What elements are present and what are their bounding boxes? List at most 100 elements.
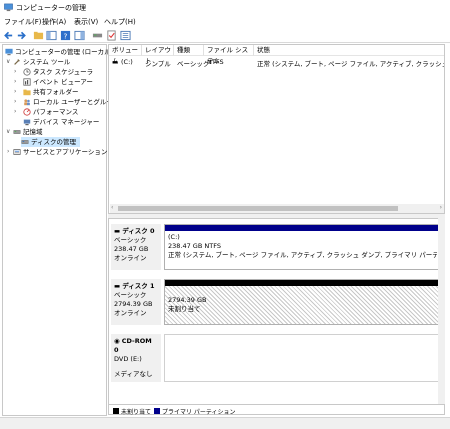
properties-icon[interactable] <box>74 30 85 41</box>
connect-disk-icon[interactable] <box>92 30 103 41</box>
show-hide-tree-icon[interactable] <box>46 30 57 41</box>
disk-map: ▬ ディスク 0 ベーシック 238.47 GB オンライン (C:) 238.… <box>108 218 445 408</box>
legend-unallocated: 未割り当て <box>121 408 152 416</box>
partition-c[interactable]: (C:) 238.47 GB NTFS 正常 (システム, ブート, ページ フ… <box>164 224 441 270</box>
status-bar <box>0 417 450 429</box>
menu-bar: ファイル(F) 操作(A) 表示(V) ヘルプ(H) <box>0 15 450 28</box>
chevron-right-icon[interactable]: › <box>7 148 9 155</box>
clock-icon <box>23 68 31 76</box>
disk-0-label[interactable]: ▬ ディスク 0 ベーシック 238.47 GB オンライン <box>111 224 161 270</box>
list-view-icon[interactable] <box>120 30 131 41</box>
forward-arrow-icon[interactable] <box>16 30 27 41</box>
unallocated-space[interactable]: 2794.39 GB 未割り当て <box>164 279 441 325</box>
disk-name: ディスク 1 <box>122 282 155 290</box>
disk-status: オンライン <box>114 309 147 317</box>
tree-item-label: システム ツール <box>23 58 71 66</box>
disk-size: 2794.39 GB <box>114 300 153 308</box>
unallocated-swatch <box>113 408 119 414</box>
filesystem-cell: NTFS <box>207 58 224 66</box>
scroll-right-icon[interactable]: › <box>440 204 442 211</box>
computer-management-icon <box>4 3 13 12</box>
main-pane: ボリューム レイアウト 種類 ファイル システム 状態 ▬ (C:) シンプル … <box>108 44 445 416</box>
services-icon <box>13 149 21 155</box>
tree-item-task-scheduler[interactable]: タスク スケジューラ <box>23 67 93 77</box>
tree-item-root[interactable]: コンピューターの管理 (ローカル) <box>5 47 113 57</box>
scroll-left-icon[interactable]: ‹ <box>111 204 113 211</box>
column-header-status[interactable]: 状態 <box>254 45 444 56</box>
chevron-right-icon[interactable]: › <box>14 108 16 115</box>
tree-item-label: パフォーマンス <box>33 108 79 116</box>
chevron-down-icon[interactable]: ∨ <box>6 128 10 135</box>
tree-item-local-users[interactable]: ローカル ユーザーとグループ <box>23 97 119 107</box>
partition-status: 正常 (システム, ブート, ページ ファイル, アクティブ, クラッシュ ダン… <box>168 251 437 259</box>
tree-item-label: ディスクの管理 <box>31 138 77 146</box>
tree-item-system-tools[interactable]: システム ツール <box>13 57 70 67</box>
horizontal-scrollbar[interactable]: ‹ › <box>110 204 444 213</box>
vertical-scrollbar[interactable] <box>438 218 445 408</box>
cdrom-icon: ◉ <box>114 337 122 345</box>
tree-item-device-manager[interactable]: デバイス マネージャー <box>23 117 99 127</box>
help-icon[interactable]: ? <box>60 30 71 41</box>
disk-icon: ▬ <box>114 227 123 235</box>
tree-item-performance[interactable]: パフォーマンス <box>23 107 78 117</box>
primary-swatch <box>154 408 160 414</box>
check-icon[interactable] <box>106 30 117 41</box>
disk-status: メディアなし <box>114 370 153 378</box>
column-header-filesystem[interactable]: ファイル システム <box>204 45 254 65</box>
column-header-type[interactable]: 種類 <box>174 45 204 56</box>
tree-item-label: タスク スケジューラ <box>33 68 94 76</box>
chevron-right-icon[interactable]: › <box>14 68 16 75</box>
disk-icon: ▬ <box>112 58 119 66</box>
disk-type: ベーシック <box>114 236 147 244</box>
computer-management-icon <box>5 48 13 56</box>
partition-size: 238.47 GB NTFS <box>168 242 221 250</box>
chevron-right-icon[interactable]: › <box>14 98 16 105</box>
tools-icon <box>14 59 20 65</box>
status-cell: 正常 (システム, ブート, ページ ファイル, アクティブ, クラッシュ ダン… <box>257 60 444 68</box>
menu-help[interactable]: ヘルプ(H) <box>104 17 136 27</box>
cdrom-partition[interactable] <box>164 334 441 382</box>
disk-type: DVD (E:) <box>114 355 142 363</box>
chevron-down-icon[interactable]: ∨ <box>6 58 10 65</box>
tree-item-label: デバイス マネージャー <box>33 118 100 126</box>
column-header-volume[interactable]: ボリューム <box>109 45 142 65</box>
navigation-tree: コンピューターの管理 (ローカル) ∨ システム ツール › タスク スケジュー… <box>2 44 119 416</box>
volume-cell: (C:) <box>121 58 133 66</box>
disk-size: 238.47 GB <box>114 245 149 253</box>
tree-item-label: コンピューターの管理 (ローカル) <box>15 48 114 56</box>
window-title: コンピューターの管理 <box>16 4 86 12</box>
title-bar: コンピューターの管理 <box>0 0 450 15</box>
legend: 未割り当て プライマリ パーティション <box>108 404 445 416</box>
cdrom-0-label[interactable]: ◉ CD-ROM 0 DVD (E:) メディアなし <box>111 334 161 382</box>
layout-cell: シンプル <box>145 60 171 68</box>
menu-action[interactable]: 操作(A) <box>42 17 66 27</box>
menu-file[interactable]: ファイル(F) <box>4 17 42 27</box>
disk-status: オンライン <box>114 254 147 262</box>
partition-title: (C:) <box>168 233 180 241</box>
tree-item-label: サービスとアプリケーション <box>23 148 108 156</box>
tree-item-shared-folders[interactable]: 共有フォルダー <box>23 87 79 97</box>
device-manager-icon <box>23 119 31 126</box>
toolbar: ? <box>0 28 450 43</box>
event-viewer-icon <box>23 78 31 86</box>
chevron-right-icon[interactable]: › <box>14 88 16 95</box>
tree-item-storage[interactable]: 記憶域 <box>13 127 43 137</box>
type-cell: ベーシック <box>177 60 210 68</box>
users-icon <box>24 99 30 106</box>
menu-view[interactable]: 表示(V) <box>74 17 98 27</box>
back-arrow-icon[interactable] <box>3 30 14 41</box>
column-header-layout[interactable]: レイアウト <box>142 45 174 65</box>
tree-item-label: 共有フォルダー <box>33 88 79 96</box>
up-folder-icon[interactable] <box>33 30 44 41</box>
unallocated-status: 未割り当て <box>168 305 201 313</box>
tree-item-event-viewer[interactable]: イベント ビューアー <box>23 77 93 87</box>
disk-1-label[interactable]: ▬ ディスク 1 ベーシック 2794.39 GB オンライン <box>111 279 161 325</box>
chevron-right-icon[interactable]: › <box>14 78 16 85</box>
disk-icon: ▬ <box>114 282 123 290</box>
scrollbar-thumb[interactable] <box>118 206 398 211</box>
storage-icon <box>13 130 21 134</box>
tree-item-disk-management[interactable]: ディスクの管理 <box>21 137 81 147</box>
unallocated-size: 2794.39 GB <box>168 296 207 304</box>
tree-item-services-apps[interactable]: サービスとアプリケーション <box>13 147 107 157</box>
legend-primary: プライマリ パーティション <box>162 408 236 416</box>
